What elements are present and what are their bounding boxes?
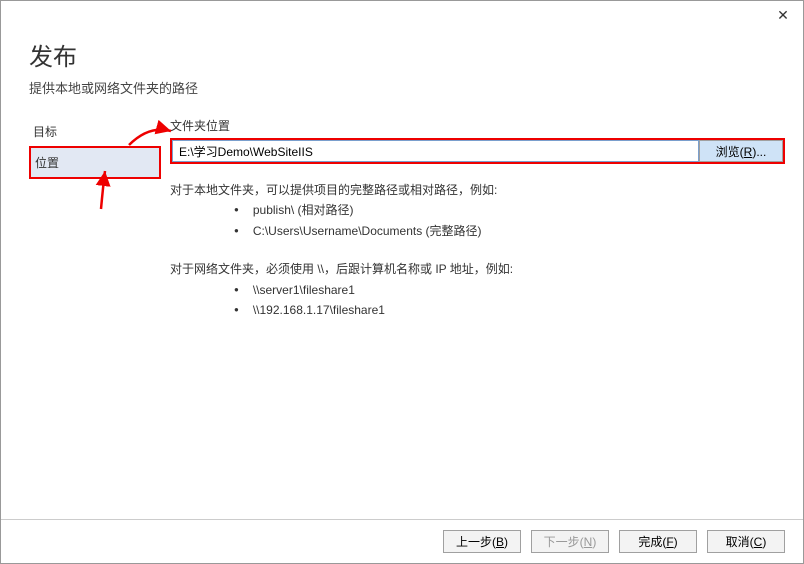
main-panel: 文件夹位置 浏览(R)... 对于本地文件夹，可以提供项目的完整路径或相对路径，…: [170, 117, 803, 320]
help-local-example: C:\Users\Username\Documents (完整路径): [234, 221, 785, 241]
page-subtitle: 提供本地或网络文件夹的路径: [29, 78, 775, 97]
titlebar: ✕: [1, 1, 803, 29]
header: 发布 提供本地或网络文件夹的路径: [1, 29, 803, 117]
sidebar-item-location[interactable]: 位置: [29, 146, 161, 179]
help-network-example: \\server1\fileshare1: [234, 280, 785, 300]
close-button[interactable]: ✕: [763, 1, 803, 29]
help-network-example: \\192.168.1.17\fileshare1: [234, 300, 785, 320]
sidebar-item-target[interactable]: 目标: [29, 117, 161, 146]
help-local-example: publish\ (相对路径): [234, 200, 785, 220]
help-text: 对于本地文件夹，可以提供项目的完整路径或相对路径，例如: publish\ (相…: [170, 180, 785, 320]
folder-location-row: 浏览(R)...: [170, 138, 785, 164]
folder-location-input[interactable]: [172, 140, 699, 162]
page-title: 发布: [29, 37, 775, 72]
back-button[interactable]: 上一步(B): [443, 530, 521, 553]
folder-location-label: 文件夹位置: [170, 117, 785, 134]
help-local-intro: 对于本地文件夹，可以提供项目的完整路径或相对路径，例如:: [170, 180, 785, 200]
browse-button[interactable]: 浏览(R)...: [699, 140, 783, 162]
help-network-intro: 对于网络文件夹，必须使用 \\，后跟计算机名称或 IP 地址，例如:: [170, 259, 785, 279]
cancel-button[interactable]: 取消(C): [707, 530, 785, 553]
finish-button[interactable]: 完成(F): [619, 530, 697, 553]
sidebar: 目标 位置: [29, 117, 161, 179]
footer: 上一步(B) 下一步(N) 完成(F) 取消(C): [1, 519, 803, 563]
next-button[interactable]: 下一步(N): [531, 530, 609, 553]
